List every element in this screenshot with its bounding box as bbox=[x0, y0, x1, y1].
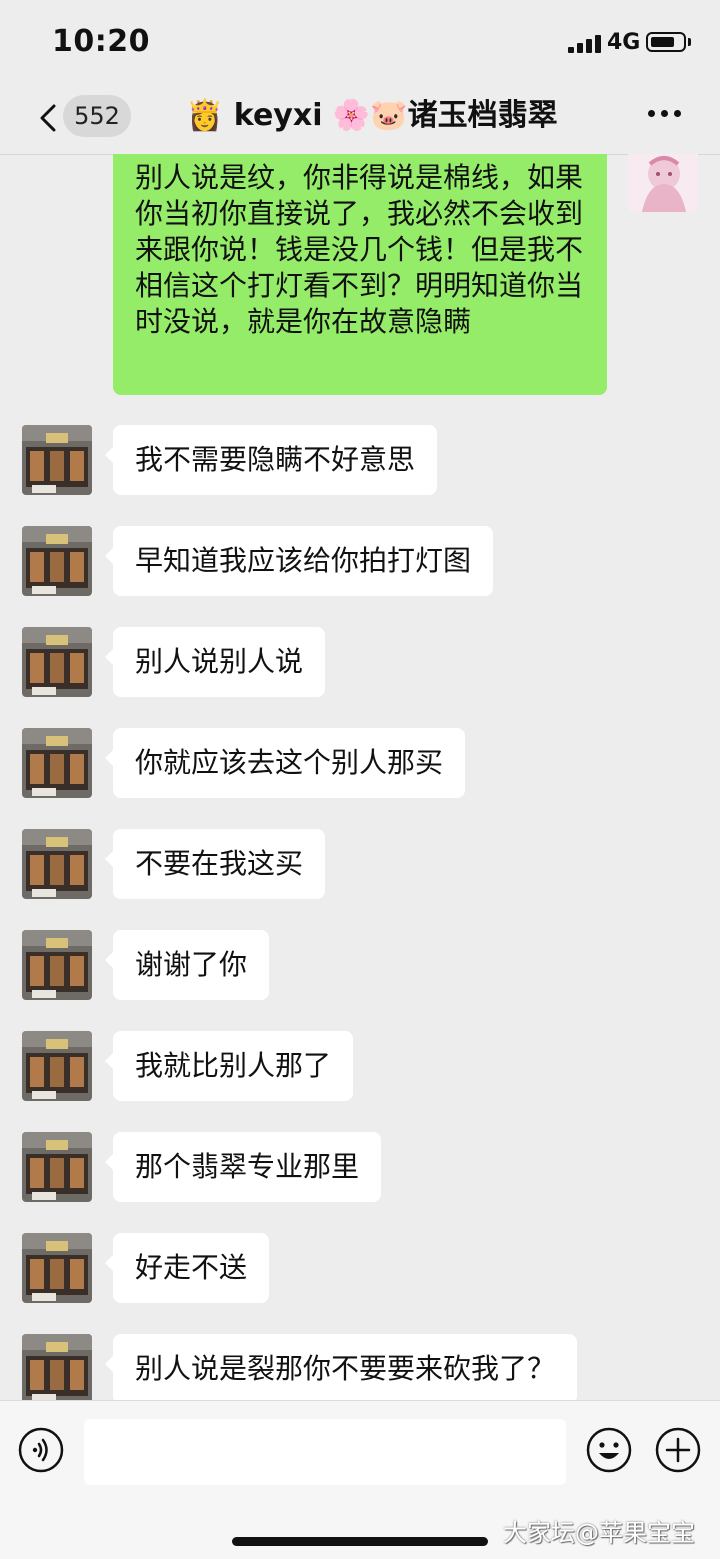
shop-avatar[interactable] bbox=[22, 728, 92, 798]
shop-avatar[interactable] bbox=[22, 930, 92, 1000]
shop-avatar[interactable] bbox=[22, 526, 92, 596]
self-avatar[interactable] bbox=[628, 154, 698, 212]
unread-count-badge[interactable]: 552 bbox=[63, 95, 131, 137]
message-bubble-other[interactable]: 好走不送 bbox=[104, 1233, 270, 1303]
message-bubble-other[interactable]: 我就比别人那了 bbox=[104, 1031, 354, 1101]
status-bar: 10:20 4G bbox=[0, 0, 720, 88]
message-bubble-other[interactable]: 不要在我这买 bbox=[104, 829, 326, 899]
watermark: 大家坛@苹果宝宝 bbox=[503, 1519, 695, 1547]
message-bubble-other[interactable]: 那个翡翠专业那里 bbox=[104, 1132, 382, 1202]
message-bubble-other[interactable]: 别人说是裂那你不要要来砍我了？ bbox=[104, 1334, 578, 1400]
message-bubble-other[interactable]: 谢谢了你 bbox=[104, 930, 270, 1000]
input-bar: 大家坛@苹果宝宝 bbox=[0, 1400, 720, 1559]
status-time: 10:20 bbox=[52, 24, 150, 59]
message-bubble-other[interactable]: 别人说别人说 bbox=[104, 627, 326, 697]
plus-icon[interactable] bbox=[655, 1427, 701, 1473]
ellipsis-icon[interactable] bbox=[648, 110, 682, 120]
shop-avatar[interactable] bbox=[22, 425, 92, 495]
chat-title: 👸 keyxi 🌸🐷诸玉档翡翠 bbox=[186, 98, 558, 133]
message-bubble-other[interactable]: 我不需要隐瞒不好意思 bbox=[104, 425, 438, 495]
shop-avatar[interactable] bbox=[22, 1233, 92, 1303]
shop-avatar[interactable] bbox=[22, 829, 92, 899]
shop-avatar[interactable] bbox=[22, 1334, 92, 1400]
network-type: 4G bbox=[607, 30, 641, 55]
chat-header: 552 👸 keyxi 🌸🐷诸玉档翡翠 bbox=[0, 88, 720, 155]
battery-icon bbox=[646, 32, 686, 52]
shop-avatar[interactable] bbox=[22, 627, 92, 697]
voice-icon[interactable] bbox=[18, 1427, 64, 1473]
signal-icon bbox=[568, 33, 602, 53]
message-bubble-self[interactable]: 别人说是纹，你非得说是棉线，如果你当初你直接说了，我必然不会收到来跟你说！钱是没… bbox=[113, 154, 607, 395]
battery-cap bbox=[688, 38, 691, 46]
emoji-icon[interactable] bbox=[586, 1427, 632, 1473]
chevron-left-icon[interactable] bbox=[36, 98, 66, 138]
shop-avatar[interactable] bbox=[22, 1132, 92, 1202]
message-input[interactable] bbox=[84, 1419, 566, 1485]
message-bubble-other[interactable]: 早知道我应该给你拍打灯图 bbox=[104, 526, 494, 596]
message-bubble-other[interactable]: 你就应该去这个别人那买 bbox=[104, 728, 466, 798]
message-list[interactable]: 别人说是纹，你非得说是棉线，如果你当初你直接说了，我必然不会收到来跟你说！钱是没… bbox=[0, 154, 720, 1400]
home-indicator[interactable] bbox=[232, 1537, 488, 1546]
shop-avatar[interactable] bbox=[22, 1031, 92, 1101]
